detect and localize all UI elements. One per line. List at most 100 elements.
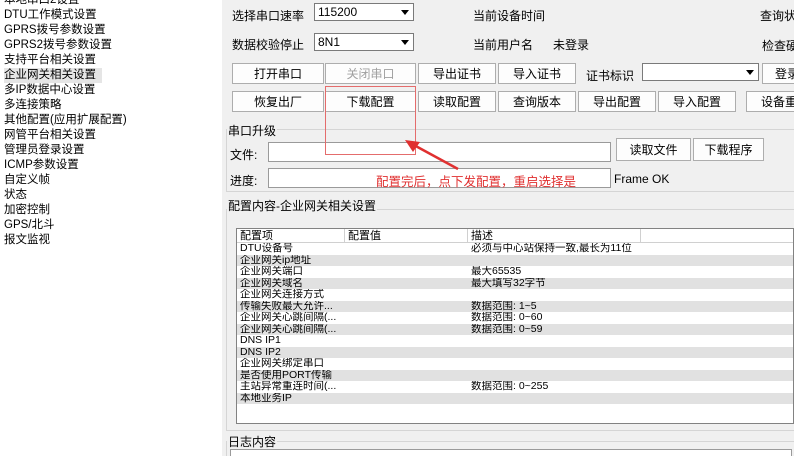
sidebar-item[interactable]: 企业网关相关设置 xyxy=(4,68,102,83)
sidebar-item[interactable]: 多连接策略 xyxy=(4,98,68,113)
sidebar-item[interactable]: 管理员登录设置 xyxy=(4,143,91,158)
sidebar-item[interactable]: 自定义帧 xyxy=(4,173,56,188)
table-row[interactable]: 企业网关域名 最大填写32字节 xyxy=(237,277,793,290)
table-row[interactable]: 主站异常重连时间(... 数据范围: 0~255 xyxy=(237,381,793,393)
table-cell-item: 传输失败最大允许... xyxy=(240,300,333,312)
table-cell-description: 最大65535 xyxy=(471,266,522,277)
sidebar-item[interactable]: 加密控制 xyxy=(4,203,56,218)
chevron-down-icon xyxy=(397,34,413,50)
parity-label: 数据校验停止 xyxy=(232,38,305,52)
table-header: 配置项 配置值 描述 xyxy=(237,229,793,243)
table-row[interactable]: DNS IP1 xyxy=(237,335,793,347)
sidebar-item[interactable]: 其他配置(应用扩展配置) xyxy=(4,113,133,128)
table-cell-item: DNS IP1 xyxy=(240,335,281,346)
table-cell-value[interactable] xyxy=(345,289,468,301)
sidebar-item[interactable]: GPS/北斗 xyxy=(4,218,60,233)
table-cell-value[interactable] xyxy=(345,278,468,290)
sidebar-item[interactable]: 报文监视 xyxy=(4,233,56,248)
query-status-button[interactable]: 查询状 xyxy=(760,7,794,24)
table-cell-description: 数据范围: 1~5 xyxy=(471,300,537,312)
annotation-arrow-icon xyxy=(405,140,459,171)
download-program-button[interactable]: 下载程序 xyxy=(693,138,764,161)
table-cell-value[interactable] xyxy=(345,347,468,359)
table-cell-value[interactable] xyxy=(345,243,468,255)
table-cell-description: 数据范围: 0~59 xyxy=(471,323,543,335)
device-restart-button[interactable]: 设备重 xyxy=(746,91,794,112)
factory-reset-button[interactable]: 恢复出厂 xyxy=(232,91,324,112)
table-row[interactable]: DTU设备号 必须与中心站保持一致,最长为11位 xyxy=(237,243,793,255)
table-cell-description xyxy=(468,393,641,405)
table-cell-description: 数据范围: 0~255 xyxy=(471,381,549,392)
sidebar-item[interactable]: GPRS拨号参数设置 xyxy=(4,23,112,38)
config-table[interactable]: 配置项 配置值 描述 DTU设备号 必须与中心站保持一致,最长为11位 企业网关ip… xyxy=(236,228,794,424)
table-cell-item: DTU设备号 xyxy=(240,243,294,254)
sidebar-item[interactable]: 支持平台相关设置 xyxy=(4,53,102,68)
close-port-button[interactable]: 关闭串口 xyxy=(325,63,416,84)
import-cert-button[interactable]: 导入证书 xyxy=(498,63,576,84)
log-group-title: 日志内容 xyxy=(227,433,278,450)
table-row[interactable]: DNS IP2 xyxy=(237,346,793,359)
table-row[interactable]: 本地业务IP xyxy=(237,392,793,405)
table-row[interactable]: 企业网关ip地址 xyxy=(237,254,793,267)
read-config-button[interactable]: 读取配置 xyxy=(418,91,496,112)
table-cell-value[interactable] xyxy=(345,301,468,313)
table-cell-value[interactable] xyxy=(345,358,468,370)
baud-rate-value: 115200 xyxy=(318,5,358,19)
table-cell-description: 最大填写32字节 xyxy=(471,277,546,289)
table-cell-description xyxy=(468,358,641,370)
log-textarea[interactable] xyxy=(230,449,792,456)
config-group-title: 配置内容-企业网关相关设置 xyxy=(227,197,377,214)
table-row[interactable]: 企业网关绑定串口 xyxy=(237,358,793,370)
table-cell-value[interactable] xyxy=(345,312,468,324)
parity-select[interactable]: 8N1 xyxy=(314,33,414,51)
baud-rate-label: 选择串口速率 xyxy=(232,9,305,23)
column-header-item[interactable]: 配置项 xyxy=(237,229,345,243)
login-button[interactable]: 登录 xyxy=(762,63,794,84)
progress-label: 进度: xyxy=(230,174,258,188)
table-cell-value[interactable] xyxy=(345,393,468,405)
table-row[interactable]: 企业网关连接方式 xyxy=(237,289,793,301)
table-cell-item: 企业网关端口 xyxy=(240,266,303,277)
check-hardware-button[interactable]: 检查硬 xyxy=(762,37,794,54)
export-config-button[interactable]: 导出配置 xyxy=(578,91,656,112)
table-cell-description xyxy=(468,370,641,382)
table-cell-item: 本地业务IP xyxy=(240,392,292,404)
table-cell-value[interactable] xyxy=(345,255,468,267)
table-cell-value[interactable] xyxy=(345,370,468,382)
main-panel: 选择串口速率 115200 当前设备时间 查询状 数据校验停止 8N1 当前用户… xyxy=(222,0,794,456)
table-cell-value[interactable] xyxy=(345,381,468,393)
table-cell-value[interactable] xyxy=(345,324,468,336)
column-header-description[interactable]: 描述 xyxy=(468,229,641,243)
table-cell-item: 企业网关心跳间隔(... xyxy=(240,312,337,323)
sidebar-item[interactable]: ICMP参数设置 xyxy=(4,158,85,173)
upgrade-group-title: 串口升级 xyxy=(227,122,278,139)
import-config-button[interactable]: 导入配置 xyxy=(658,91,736,112)
table-cell-value[interactable] xyxy=(345,266,468,278)
baud-rate-select[interactable]: 115200 xyxy=(314,3,414,21)
sidebar-item[interactable]: 多IP数据中心设置 xyxy=(4,83,101,98)
table-cell-item: 企业网关连接方式 xyxy=(240,289,324,300)
table-row[interactable]: 企业网关心跳间隔(... 数据范围: 0~60 xyxy=(237,312,793,324)
read-file-button[interactable]: 读取文件 xyxy=(616,138,691,161)
cert-id-select[interactable] xyxy=(642,63,759,81)
table-cell-item: 企业网关绑定串口 xyxy=(240,358,324,369)
current-user-label: 当前用户名 xyxy=(473,38,534,52)
chevron-down-icon xyxy=(742,64,758,80)
column-header-value[interactable]: 配置值 xyxy=(345,229,468,243)
table-cell-value[interactable] xyxy=(345,335,468,347)
sidebar-item[interactable]: GPRS2拨号参数设置 xyxy=(4,38,118,53)
query-version-button[interactable]: 查询版本 xyxy=(498,91,576,112)
instruction-annotation: 配置完后，点下发配置，重启选择是 xyxy=(376,175,577,189)
table-row[interactable]: 是否使用PORT传输 xyxy=(237,369,793,382)
sidebar-item[interactable]: 本地串口2设置 xyxy=(4,0,85,8)
table-row[interactable]: 传输失败最大允许... 数据范围: 1~5 xyxy=(237,300,793,313)
sidebar-item[interactable]: DTU工作模式设置 xyxy=(4,8,103,23)
sidebar-item[interactable]: 状态 xyxy=(4,188,33,203)
table-cell-description xyxy=(468,255,641,267)
sidebar-item[interactable]: 网管平台相关设置 xyxy=(4,128,102,143)
export-cert-button[interactable]: 导出证书 xyxy=(418,63,496,84)
table-row[interactable]: 企业网关端口 最大65535 xyxy=(237,266,793,278)
table-row[interactable]: 企业网关心跳间隔(... 数据范围: 0~59 xyxy=(237,323,793,336)
open-port-button[interactable]: 打开串口 xyxy=(232,63,324,84)
table-cell-item: 企业网关ip地址 xyxy=(240,254,312,266)
